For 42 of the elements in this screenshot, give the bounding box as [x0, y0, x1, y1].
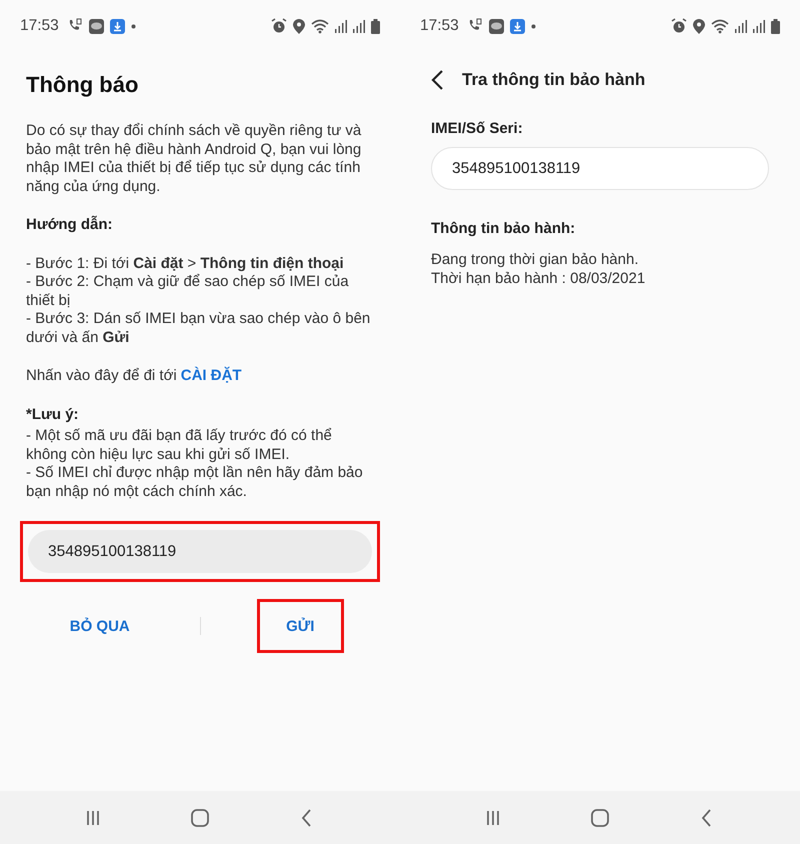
signal-icon — [353, 19, 365, 33]
dialog-title: Thông báo — [26, 72, 140, 98]
signal-icon — [753, 19, 765, 33]
warranty-info-text: Thời hạn bảo hành : 08/03/2021 — [431, 270, 646, 288]
battery-icon — [771, 18, 780, 34]
imei-field[interactable]: 354895100138119 — [28, 530, 372, 573]
note-text: - Số IMEI chỉ được nhập một lần nên hãy đảm bảo bạn nhập nó một cách chính xác. — [26, 464, 364, 501]
home-icon[interactable] — [188, 806, 211, 828]
dot-icon — [530, 24, 536, 28]
note-heading: *Lưu ý: — [26, 406, 80, 424]
guide-heading: Hướng dẫn: — [26, 216, 114, 234]
intro-paragraph: Do có sự thay đổi chính sách về quyền riêng tư và bảo mật trên hệ điều hành Android Q, bạn vui lòng nhập IMEI của thiết bị để tiếp tục sử dụng các tính năng của ứng dụng. — [26, 122, 362, 196]
step-text: - Bước 3: Dán số IMEI bạn vừa sao chép vào ô bên dưới và ấn Gửi — [26, 310, 372, 347]
alarm-icon — [271, 18, 287, 34]
wifi-icon — [311, 18, 329, 34]
status-time: 17:53 — [20, 17, 59, 35]
signal-icon — [735, 19, 747, 33]
info-heading: Thông tin bảo hành: — [431, 220, 576, 237]
wifi-icon — [711, 18, 729, 34]
page-title: Tra thông tin bảo hành — [462, 70, 646, 90]
chat-app-icon — [88, 18, 104, 34]
battery-icon — [371, 18, 380, 34]
settings-link[interactable]: CÀI ĐẶT — [180, 367, 242, 384]
imei-field[interactable]: 354895100138119 — [431, 147, 769, 190]
step-text: - Bước 2: Chạm và giữ để sao chép số IMEI của thiết bị — [26, 273, 350, 310]
settings-prompt: Nhấn vào đây để đi tới — [26, 367, 177, 386]
status-time: 17:53 — [420, 17, 459, 35]
home-icon[interactable] — [588, 806, 611, 828]
send-button[interactable]: GỬI — [256, 599, 344, 653]
step-text: - Bước 1: Đi tới Cài đặt > Thông tin điện thoại — [26, 254, 345, 273]
download-app-icon — [110, 18, 125, 34]
imei-label: IMEI/Số Seri: — [431, 120, 524, 137]
warranty-info-text: Đang trong thời gian bảo hành. — [431, 251, 640, 270]
chat-app-icon — [488, 18, 504, 34]
download-app-icon — [510, 18, 525, 34]
signal-icon — [335, 19, 347, 33]
location-icon — [693, 18, 705, 34]
skip-button[interactable]: BỎ QUA — [56, 599, 144, 653]
dot-icon — [130, 24, 136, 28]
note-text: - Một số mã ưu đãi bạn đã lấy trước đó có thể không còn hiệu lực sau khi gửi số IMEI. — [26, 427, 333, 464]
location-icon — [293, 18, 305, 34]
alarm-icon — [671, 18, 687, 34]
